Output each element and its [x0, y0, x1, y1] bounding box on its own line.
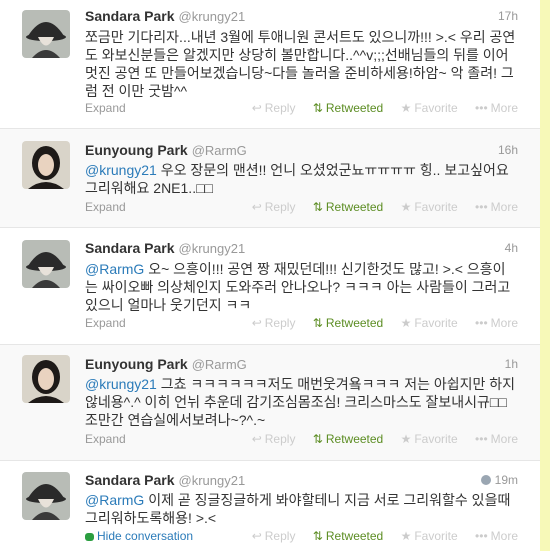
globe-icon — [480, 475, 491, 485]
retweeted-button[interactable]: ⇅ Retweeted — [313, 316, 383, 330]
retweet-icon: ⇅ — [312, 101, 323, 115]
retweet-icon: ⇅ — [312, 200, 323, 214]
favorite-button[interactable]: ★ Favorite — [401, 200, 458, 214]
favorite-button[interactable]: ★ Favorite — [401, 101, 458, 115]
tweet-text: @krungy21 그쵸 ㅋㅋㅋㅋㅋㅋ저도 매번웃겨욬ㅋㅋㅋ 저는 아쉽지만 하… — [85, 376, 516, 428]
timestamp[interactable]: 1h — [505, 357, 518, 371]
reply-button[interactable]: ↩ Reply — [252, 529, 296, 543]
avatar[interactable] — [22, 355, 70, 403]
mention-link[interactable]: @krungy21 — [85, 376, 157, 392]
tweet-actions: ↩ Reply ⇅ Retweeted ★ Favorite ••• More — [238, 101, 518, 115]
author-name[interactable]: Eunyoung Park — [85, 142, 188, 158]
author-name[interactable]: Sandara Park — [85, 240, 175, 256]
reply-icon: ↩ — [251, 316, 262, 330]
tweet-footer: Expand ↩ Reply ⇅ Retweeted ★ Favorite ••• Mo… — [85, 432, 518, 448]
author-handle[interactable]: @krungy21 — [179, 241, 246, 256]
more-button[interactable]: ••• More — [475, 529, 518, 543]
reply-button[interactable]: ↩ Reply — [252, 101, 296, 115]
tweet-item[interactable]: Sandara Park @krungy21 19m @RarmG 이제 곧 징글… — [0, 461, 540, 551]
more-dots-icon: ••• — [475, 432, 488, 446]
reply-icon: ↩ — [251, 200, 262, 214]
star-icon: ★ — [400, 316, 412, 330]
tweet-header: Sandara Park @krungy21 17h — [85, 8, 518, 26]
reply-icon: ↩ — [251, 432, 262, 446]
tweet-actions: ↩ Reply ⇅ Retweeted ★ Favorite ••• More — [238, 200, 518, 214]
timestamp[interactable]: 17h — [498, 9, 518, 23]
conversation-icon — [85, 533, 94, 541]
author-name[interactable]: Sandara Park — [85, 472, 175, 488]
reply-button[interactable]: ↩ Reply — [252, 200, 296, 214]
reply-icon: ↩ — [251, 529, 262, 543]
tweet-header: Sandara Park @krungy21 4h — [85, 240, 518, 258]
favorite-button[interactable]: ★ Favorite — [401, 529, 458, 543]
retweet-icon: ⇅ — [312, 316, 323, 330]
retweeted-button[interactable]: ⇅ Retweeted — [313, 432, 383, 446]
tweet-text: 쪼금만 기다리자...내년 3월에 투애니원 콘서트도 있으니까!!! >.< … — [85, 29, 516, 99]
more-button[interactable]: ••• More — [475, 101, 518, 115]
star-icon: ★ — [400, 200, 412, 214]
tweet-header: Eunyoung Park @RarmG 1h — [85, 356, 518, 374]
tweet-item[interactable]: Eunyoung Park @RarmG 16h @krungy21 우오 장문의… — [0, 129, 540, 228]
author-name[interactable]: Eunyoung Park — [85, 356, 188, 372]
tweet-text: @RarmG 오~ 으흥이!!! 공연 짱 재밌던데!!! 신기한것도 많고! … — [85, 261, 511, 313]
page-background-strip — [540, 0, 550, 551]
tweet-item[interactable]: Sandara Park @krungy21 4h @RarmG 오~ 으흥이!!… — [0, 228, 540, 345]
retweeted-button[interactable]: ⇅ Retweeted — [313, 101, 383, 115]
author-handle[interactable]: @RarmG — [192, 143, 247, 158]
avatar[interactable] — [22, 141, 70, 189]
retweet-icon: ⇅ — [312, 432, 323, 446]
star-icon: ★ — [400, 101, 412, 115]
more-dots-icon: ••• — [475, 200, 488, 214]
more-button[interactable]: ••• More — [475, 432, 518, 446]
favorite-button[interactable]: ★ Favorite — [401, 432, 458, 446]
tweet-stream: Sandara Park @krungy21 17h 쪼금만 기다리자...내년 … — [0, 0, 540, 551]
tweet-footer: Expand ↩ Reply ⇅ Retweeted ★ Favorite ••• Mo… — [85, 101, 518, 117]
retweeted-button[interactable]: ⇅ Retweeted — [313, 529, 383, 543]
star-icon: ★ — [400, 432, 412, 446]
mention-link[interactable]: @RarmG — [85, 492, 144, 508]
avatar[interactable] — [22, 472, 70, 520]
retweeted-button[interactable]: ⇅ Retweeted — [313, 200, 383, 214]
tweet-actions: ↩ Reply ⇅ Retweeted ★ Favorite ••• More — [238, 432, 518, 446]
more-dots-icon: ••• — [475, 101, 488, 115]
expand-link[interactable]: Expand — [85, 432, 126, 446]
tweet-text: @krungy21 우오 장문의 맨션!! 언니 오셨었군뇨ㅠㅠㅠㅠ 힝.. 보… — [85, 162, 509, 196]
avatar[interactable] — [22, 10, 70, 58]
tweet-footer: Expand ↩ Reply ⇅ Retweeted ★ Favorite ••• Mo… — [85, 200, 518, 216]
tweet-footer: Expand ↩ Reply ⇅ Retweeted ★ Favorite ••• Mo… — [85, 316, 518, 332]
reply-button[interactable]: ↩ Reply — [252, 316, 296, 330]
timestamp[interactable]: 16h — [498, 143, 518, 157]
tweet-actions: ↩ Reply ⇅ Retweeted ★ Favorite ••• More — [238, 529, 518, 543]
star-icon: ★ — [400, 529, 412, 543]
more-button[interactable]: ••• More — [475, 200, 518, 214]
expand-link[interactable]: Expand — [85, 200, 126, 214]
more-button[interactable]: ••• More — [475, 316, 518, 330]
author-handle[interactable]: @krungy21 — [179, 473, 246, 488]
tweet-text: @RarmG 이제 곧 징글징글하게 봐야할테니 지금 서로 그리워할수 있을때… — [85, 492, 511, 526]
mention-link[interactable]: @krungy21 — [85, 162, 157, 178]
mention-link[interactable]: @RarmG — [85, 261, 144, 277]
avatar[interactable] — [22, 240, 70, 288]
author-handle[interactable]: @krungy21 — [179, 9, 246, 24]
tweet-actions: ↩ Reply ⇅ Retweeted ★ Favorite ••• More — [238, 316, 518, 330]
tweet-item[interactable]: Sandara Park @krungy21 17h 쪼금만 기다리자...내년 … — [0, 0, 540, 129]
tweet-footer: Hide conversation ↩ Reply ⇅ Retweeted ★ Fav… — [85, 529, 518, 545]
reply-icon: ↩ — [251, 101, 262, 115]
reply-button[interactable]: ↩ Reply — [252, 432, 296, 446]
more-dots-icon: ••• — [475, 529, 488, 543]
expand-link[interactable]: Expand — [85, 316, 126, 330]
tweet-header: Sandara Park @krungy21 19m — [85, 472, 518, 490]
author-handle[interactable]: @RarmG — [192, 357, 247, 372]
retweet-icon: ⇅ — [312, 529, 323, 543]
expand-link[interactable]: Expand — [85, 101, 126, 115]
favorite-button[interactable]: ★ Favorite — [401, 316, 458, 330]
timestamp[interactable]: 4h — [505, 241, 518, 255]
author-name[interactable]: Sandara Park — [85, 8, 175, 24]
tweet-header: Eunyoung Park @RarmG 16h — [85, 142, 518, 160]
timestamp[interactable]: 19m — [480, 473, 518, 487]
hide-conversation-link[interactable]: Hide conversation — [85, 529, 193, 543]
tweet-item[interactable]: Eunyoung Park @RarmG 1h @krungy21 그쵸 ㅋㅋㅋㅋ… — [0, 345, 540, 461]
more-dots-icon: ••• — [475, 316, 488, 330]
